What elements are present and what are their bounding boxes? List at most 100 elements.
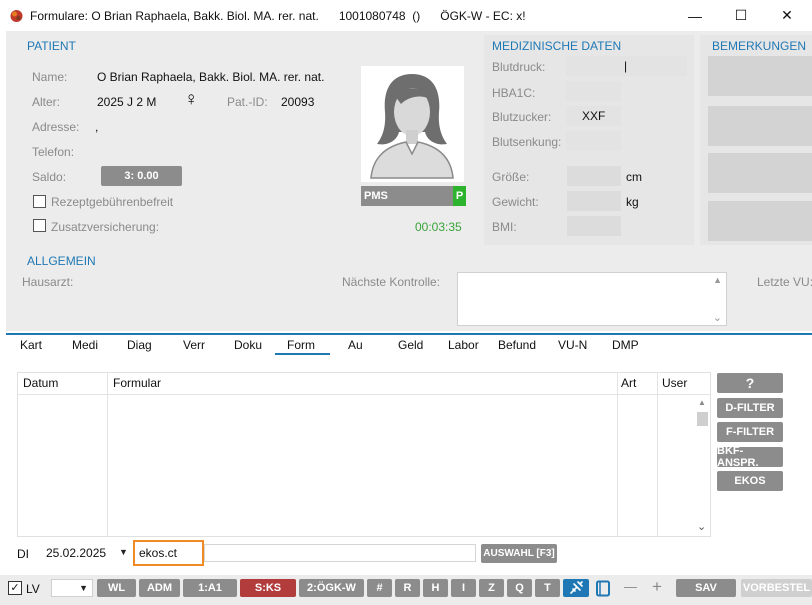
wl-button[interactable]: WL (97, 579, 136, 597)
pms-bar[interactable]: PMS P (361, 186, 466, 206)
formular-input-extension[interactable] (204, 544, 476, 562)
tab-medi[interactable]: Medi (72, 338, 98, 352)
patient-photo[interactable] (361, 66, 464, 182)
tab-au[interactable]: Au (348, 338, 363, 352)
forms-table[interactable] (17, 372, 711, 537)
bmi-label: BMI: (492, 220, 517, 234)
plus-icon[interactable]: + (652, 577, 662, 597)
blutdruck-field[interactable]: | (566, 56, 687, 76)
lv-label: LV (26, 582, 40, 596)
minimize-button[interactable]: — (672, 0, 718, 31)
f-filter-button[interactable]: F-FILTER (717, 422, 783, 442)
tab-geld[interactable]: Geld (398, 338, 423, 352)
maximize-button[interactable]: ☐ (718, 0, 764, 31)
adresse-label: Adresse: (32, 120, 80, 134)
pms-label: PMS (364, 190, 388, 202)
sav-button[interactable]: SAV (676, 579, 736, 597)
tab-dmp[interactable]: DMP (612, 338, 639, 352)
minus-icon[interactable]: — (624, 579, 637, 594)
blutdruck-value: | (624, 59, 628, 73)
bmi-field (567, 216, 621, 236)
saldo-button[interactable]: 3: 0.00 (101, 166, 182, 186)
book-icon (596, 580, 610, 596)
i-button[interactable]: I (451, 579, 476, 597)
rezept-checkbox[interactable] (33, 195, 46, 208)
letzte-vu-label: Letzte VU: (757, 275, 812, 289)
tab-diag[interactable]: Diag (127, 338, 152, 352)
h-button[interactable]: H (423, 579, 448, 597)
bemerkung-field-1[interactable] (708, 56, 812, 96)
column-header-datum[interactable]: Datum (23, 376, 58, 390)
name-value: O Brian Raphaela, Bakk. Biol. MA. rer. n… (97, 70, 325, 84)
column-divider (107, 372, 108, 537)
a1-button[interactable]: 1:A1 (183, 579, 237, 597)
table-header-divider (17, 394, 711, 395)
bemerkung-field-2[interactable] (708, 106, 812, 146)
blutzucker-field[interactable]: XXF (566, 106, 621, 126)
hba1c-label: HBA1C: (492, 86, 536, 100)
d-filter-button[interactable]: D-FILTER (717, 398, 783, 418)
tab-doku[interactable]: Doku (234, 338, 262, 352)
date-dropdown-icon[interactable]: ▼ (119, 547, 128, 557)
oegk-button[interactable]: 2:ÖGK-W (299, 579, 364, 597)
z-button[interactable]: Z (479, 579, 504, 597)
formular-input[interactable] (133, 540, 204, 566)
lv-checkbox[interactable]: ✓ (8, 581, 22, 595)
scrollbar-thumb[interactable] (697, 412, 708, 426)
name-label: Name: (32, 70, 68, 84)
date-value: 25.02.2025 (46, 546, 107, 560)
ks-button[interactable]: S:KS (240, 579, 296, 597)
tab-labor[interactable]: Labor (448, 338, 479, 352)
bemerkung-field-3[interactable] (708, 153, 812, 193)
gewicht-field[interactable] (567, 191, 621, 211)
scroll-down-icon[interactable]: ⌄ (697, 520, 706, 533)
column-header-art[interactable]: Art (621, 376, 636, 390)
q-button[interactable]: Q (507, 579, 532, 597)
blutsenkung-field[interactable] (566, 131, 621, 151)
blutzucker-value: XXF (582, 109, 606, 123)
tab-form[interactable]: Form (287, 338, 315, 352)
app-logo-icon (10, 10, 23, 22)
zusatz-label: Zusatzversicherung: (51, 220, 160, 234)
bemerkung-field-4[interactable] (708, 201, 812, 241)
allgemein-section-title: ALLGEMEIN (27, 254, 96, 268)
rezept-label: Rezeptgebührenbefreit (51, 195, 174, 209)
kontrolle-textarea[interactable]: ▲ ⌄ (457, 272, 727, 326)
column-header-user[interactable]: User (662, 376, 687, 390)
scroll-up-icon[interactable]: ▲ (698, 398, 706, 407)
window-title-parens: () (412, 9, 421, 23)
hausarzt-label: Hausarzt: (22, 275, 74, 289)
bkf-anspr-button[interactable]: BKF-ANSPR. (717, 445, 783, 469)
column-header-formular[interactable]: Formular (113, 376, 161, 390)
kontrolle-scroll-up-icon[interactable]: ▲ (713, 275, 722, 285)
gewicht-label: Gewicht: (492, 195, 539, 209)
medical-section-title: MEDIZINISCHE DATEN (492, 39, 622, 53)
hba1c-field[interactable] (566, 81, 621, 101)
date-picker[interactable]: 25.02.2025 ▼ (42, 544, 130, 562)
tab-befund[interactable]: Befund (498, 338, 536, 352)
gewicht-unit: kg (626, 195, 639, 209)
hash-button[interactable]: # (367, 579, 392, 597)
lv-dropdown-icon: ▼ (79, 583, 88, 593)
t-button[interactable]: T (535, 579, 560, 597)
patid-label: Pat.-ID: (227, 95, 268, 109)
close-button[interactable]: ✕ (764, 0, 810, 31)
ekos-button[interactable]: EKOS (717, 471, 783, 491)
groesse-field[interactable] (567, 166, 621, 186)
book-button[interactable] (593, 579, 613, 597)
kontrolle-scroll-down-icon[interactable]: ⌄ (713, 311, 722, 324)
alter-value: 2025 J 2 M (97, 95, 157, 109)
auswahl-button[interactable]: AUSWAHL [F3] (481, 544, 557, 563)
adm-button[interactable]: ADM (139, 579, 180, 597)
tab-vu-n[interactable]: VU-N (558, 338, 587, 352)
female-gender-icon: ♀ (184, 89, 199, 110)
vorbestel-button[interactable]: VORBESTEL (741, 579, 812, 597)
help-button[interactable]: ? (717, 373, 783, 393)
tab-kart[interactable]: Kart (20, 338, 42, 352)
zusatz-checkbox[interactable] (33, 219, 46, 232)
window-title-insurance: ÖGK-W - EC: x! (440, 9, 526, 23)
lv-select[interactable]: ▼ (51, 579, 93, 597)
syringe-button[interactable] (563, 579, 589, 597)
tab-verr[interactable]: Verr (183, 338, 205, 352)
r-button[interactable]: R (395, 579, 420, 597)
